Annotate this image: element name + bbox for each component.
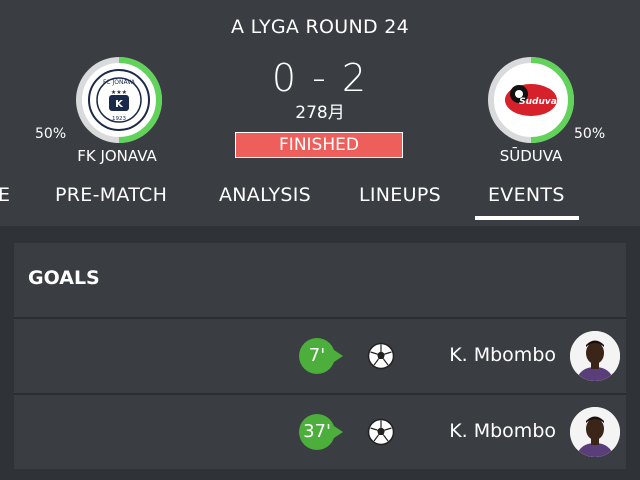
goal-row[interactable]: 37' K. Mbombo xyxy=(14,395,626,469)
player-avatar xyxy=(570,331,620,381)
minute-badge-pointer xyxy=(334,426,343,438)
goal-scorer-name: K. Mbombo xyxy=(449,344,556,366)
home-team-name[interactable]: FK JONAVA xyxy=(57,147,177,165)
goal-row[interactable]: 7' K. Mbombo xyxy=(14,319,626,393)
round-title: A LYGA ROUND 24 xyxy=(230,16,410,38)
minute-badge-pointer xyxy=(334,350,343,362)
tab-lineups[interactable]: LINEUPS xyxy=(359,184,441,206)
home-percent: 50% xyxy=(35,126,67,142)
goal-scorer-name: K. Mbombo xyxy=(449,420,556,442)
goals-title: GOALS xyxy=(28,267,100,289)
svg-text:Suduva: Suduva xyxy=(519,97,557,107)
active-tab-indicator xyxy=(475,216,579,220)
away-percent: 50% xyxy=(574,126,606,142)
tab-analysis[interactable]: ANALYSIS xyxy=(219,184,311,206)
home-team-logo[interactable]: FC JONAVA ★★★ K 1923 xyxy=(73,54,165,146)
away-team-logo[interactable]: Suduva xyxy=(485,54,577,146)
player-avatar xyxy=(570,407,620,457)
away-team-name[interactable]: SŪDUVA xyxy=(471,147,591,165)
tab-partial[interactable]: E xyxy=(0,184,10,206)
tab-events[interactable]: EVENTS xyxy=(488,184,565,206)
tab-pre-match[interactable]: PRE-MATCH xyxy=(55,184,167,206)
svg-text:1923: 1923 xyxy=(112,116,126,122)
match-header: A LYGA ROUND 24 0 - 2 278月 FINISHED FC J… xyxy=(0,0,640,226)
player-photo-icon xyxy=(570,331,620,381)
svg-text:K: K xyxy=(115,99,124,110)
status-badge: FINISHED xyxy=(235,132,403,158)
goal-minute-badge: 7' xyxy=(299,338,335,374)
goal-minute-badge: 37' xyxy=(299,414,335,450)
soccer-ball-icon xyxy=(367,418,395,446)
svg-text:FC JONAVA: FC JONAVA xyxy=(103,79,136,86)
goals-card: GOALS 7' K. Mbombo 37' K. Mbombo xyxy=(14,243,626,469)
soccer-ball-icon xyxy=(367,342,395,370)
player-photo-icon xyxy=(570,407,620,457)
svg-text:★★★: ★★★ xyxy=(111,89,127,96)
